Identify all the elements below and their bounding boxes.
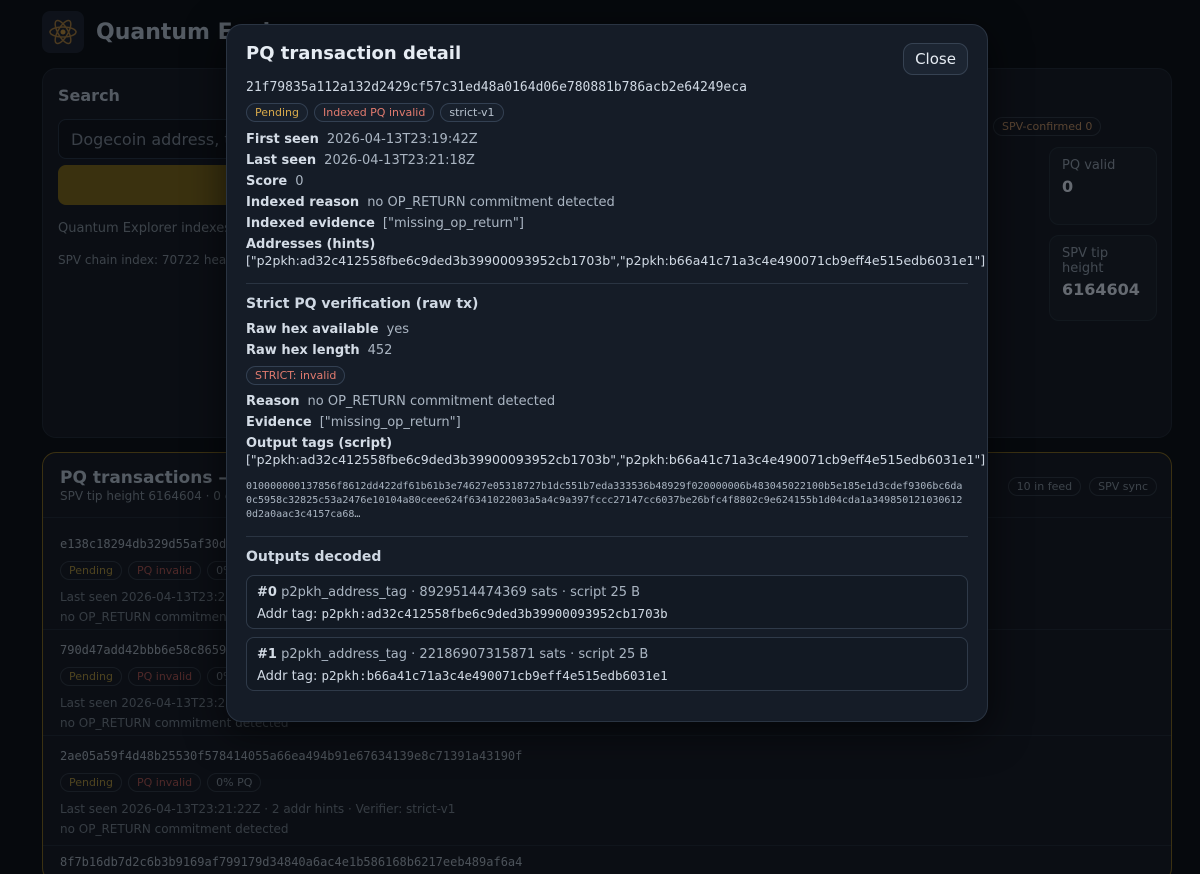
- output-summary: #1 p2pkh_address_tag · 22186907315871 sa…: [257, 647, 957, 662]
- field-label: Score: [246, 174, 288, 189]
- output-tags-row: Output tags (script) ["p2pkh:ad32c412558…: [246, 436, 986, 468]
- field-label: Output tags (script): [246, 436, 393, 451]
- field-value: no OP_RETURN commitment detected: [367, 195, 615, 210]
- field-value: 0: [295, 174, 304, 189]
- addr-tag-label: Addr tag:: [257, 607, 318, 622]
- tx-detail-modal: PQ transaction detail Close 21f79835a112…: [226, 24, 988, 722]
- addr-tag-value: p2pkh:ad32c412558fbe6c9ded3b39900093952c…: [321, 606, 668, 621]
- output-index: #1: [257, 647, 277, 662]
- close-button[interactable]: Close: [903, 43, 968, 75]
- raw-hex-preview: 010000000137856f8612dd422df61b61b3e74627…: [246, 481, 963, 520]
- field-value: 452: [367, 343, 393, 358]
- modal-title: PQ transaction detail: [246, 43, 462, 64]
- strict-evidence-row: Evidence ["missing_op_return"]: [246, 415, 968, 431]
- txid: 21f79835a112a132d2429cf57c31ed48a0164d06…: [246, 80, 747, 95]
- output-details: p2pkh_address_tag · 8929514474369 sats ·…: [281, 585, 641, 600]
- field-label: First seen: [246, 132, 319, 147]
- outputs-section-title: Outputs decoded: [246, 549, 382, 565]
- verifier-badge: strict-v1: [440, 103, 504, 122]
- strict-status-badge: STRICT: invalid: [246, 366, 346, 385]
- last-seen-row: Last seen 2026-04-13T23:21:18Z: [246, 153, 968, 169]
- addr-tag-value: p2pkh:b66a41c71a3c4e490071cb9eff4e515edb…: [321, 668, 668, 683]
- raw-available-row: Raw hex available yes: [246, 322, 968, 338]
- field-label: Raw hex length: [246, 343, 360, 358]
- output-details: p2pkh_address_tag · 22186907315871 sats …: [281, 647, 649, 662]
- field-value: 2026-04-13T23:19:42Z: [326, 132, 478, 147]
- raw-length-row: Raw hex length 452: [246, 343, 968, 359]
- indexed-invalid-badge: Indexed PQ invalid: [313, 103, 435, 122]
- field-value: yes: [386, 322, 410, 337]
- field-label: Reason: [246, 394, 300, 409]
- field-value: ["p2pkh:ad32c412558fbe6c9ded3b3990009395…: [246, 253, 986, 268]
- field-label: Addresses (hints): [246, 237, 376, 252]
- output-index: #0: [257, 585, 277, 600]
- field-label: Indexed reason: [246, 195, 360, 210]
- field-value: ["p2pkh:ad32c412558fbe6c9ded3b3990009395…: [246, 452, 986, 467]
- field-value: no OP_RETURN commitment detected: [307, 394, 556, 409]
- field-label: Raw hex available: [246, 322, 379, 337]
- output-card: #0 p2pkh_address_tag · 8929514474369 sat…: [246, 575, 968, 629]
- addr-tag-label: Addr tag:: [257, 669, 318, 684]
- field-label: Indexed evidence: [246, 216, 375, 231]
- addresses-row: Addresses (hints) ["p2pkh:ad32c412558fbe…: [246, 237, 986, 269]
- score-row: Score 0: [246, 174, 968, 190]
- output-summary: #0 p2pkh_address_tag · 8929514474369 sat…: [257, 585, 957, 600]
- output-address-row: Addr tag: p2pkh:ad32c412558fbe6c9ded3b39…: [257, 606, 957, 622]
- pending-badge: Pending: [246, 103, 308, 122]
- indexed-evidence-row: Indexed evidence ["missing_op_return"]: [246, 216, 968, 232]
- output-address-row: Addr tag: p2pkh:b66a41c71a3c4e490071cb9e…: [257, 668, 957, 684]
- divider: [246, 283, 968, 284]
- divider: [246, 536, 968, 537]
- field-value: ["missing_op_return"]: [319, 415, 461, 430]
- output-card: #1 p2pkh_address_tag · 22186907315871 sa…: [246, 637, 968, 691]
- indexed-reason-row: Indexed reason no OP_RETURN commitment de…: [246, 195, 968, 211]
- first-seen-row: First seen 2026-04-13T23:19:42Z: [246, 132, 968, 148]
- field-label: Last seen: [246, 153, 317, 168]
- strict-reason-row: Reason no OP_RETURN commitment detected: [246, 394, 968, 410]
- field-value: 2026-04-13T23:21:18Z: [324, 153, 475, 168]
- field-label: Evidence: [246, 415, 312, 430]
- strict-section-title: Strict PQ verification (raw tx): [246, 296, 479, 312]
- field-value: ["missing_op_return"]: [382, 216, 524, 231]
